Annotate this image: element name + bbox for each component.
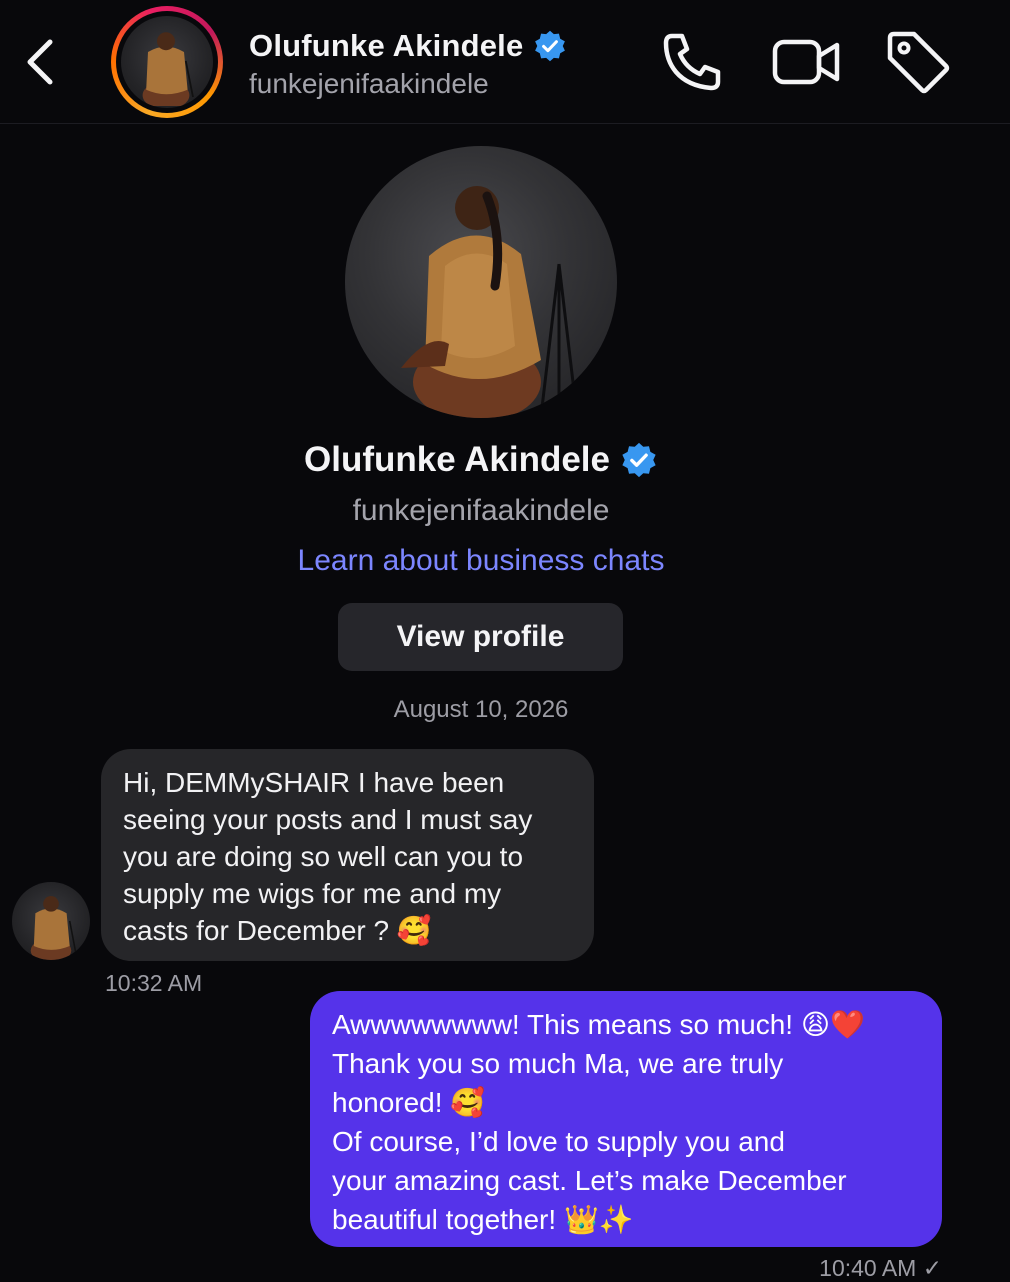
verified-badge-icon	[622, 442, 656, 478]
avatar	[121, 16, 213, 108]
message-text-line: Hi, DEMMySHAIR I have been	[123, 767, 505, 798]
header-name[interactable]: Olufunke Akindele	[249, 28, 523, 64]
video-call-button[interactable]	[771, 28, 840, 96]
chevron-left-icon	[27, 39, 53, 85]
profile-photo[interactable]	[345, 146, 617, 418]
verified-badge-icon	[535, 30, 566, 62]
message-text-line: supply me wigs for me and my	[123, 878, 502, 909]
call-button[interactable]	[658, 28, 726, 96]
business-chats-link[interactable]: Learn about business chats	[0, 544, 962, 578]
sender-avatar[interactable]	[12, 882, 90, 960]
phone-icon	[663, 33, 721, 91]
chat-header: Olufunke Akindele funkejenifaakindele	[0, 0, 1010, 124]
message-text-line: Of course, I’d love to supply you and	[332, 1126, 785, 1157]
incoming-timestamp: 10:32 AM	[105, 970, 203, 996]
message-text-line: Awwwwwwww! This means so much! 😩❤️	[332, 1009, 865, 1040]
profile-name: Olufunke Akindele	[304, 440, 610, 479]
message-text-line: you are doing so well can you to	[123, 841, 524, 872]
message-text-line: honored! 🥰	[332, 1087, 486, 1118]
outgoing-timestamp: 10:40 AM ✓	[819, 1255, 942, 1281]
tag-icon	[887, 31, 950, 94]
video-camera-icon	[772, 39, 840, 85]
view-profile-button[interactable]: View profile	[338, 603, 623, 671]
message-text-line: beautiful together! 👑✨	[332, 1204, 634, 1235]
header-username[interactable]: funkejenifaakindele	[249, 68, 489, 100]
profile-username: funkejenifaakindele	[352, 494, 610, 527]
label-button[interactable]	[884, 28, 952, 96]
back-button[interactable]	[18, 34, 64, 90]
header-avatar[interactable]	[111, 6, 223, 118]
message-text-line: Thank you so much Ma, we are truly	[332, 1048, 784, 1079]
date-separator: August 10, 2026	[393, 696, 569, 723]
incoming-message-bubble[interactable]: Hi, DEMMySHAIR I have been seeing your p…	[101, 749, 594, 961]
message-text-line: your amazing cast. Let’s make December	[332, 1165, 847, 1196]
message-text-line: casts for December ? 🥰	[123, 915, 432, 946]
message-text-line: seeing your posts and I must say	[123, 804, 533, 835]
outgoing-message-bubble[interactable]: Awwwwwwww! This means so much! 😩❤️ Thank…	[310, 991, 942, 1247]
